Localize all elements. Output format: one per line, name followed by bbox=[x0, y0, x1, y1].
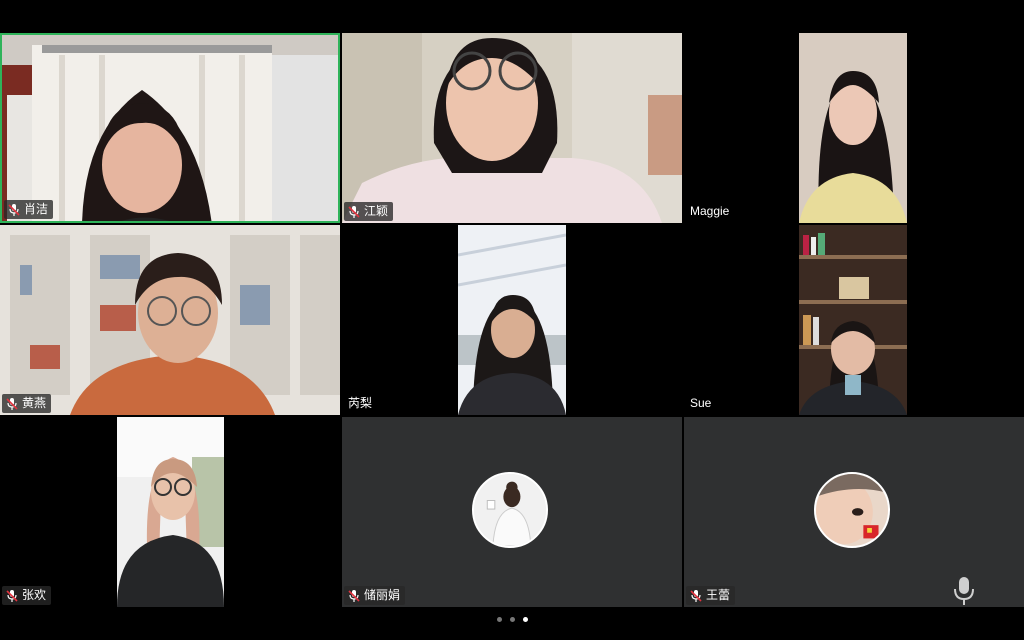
muted-mic-icon bbox=[5, 589, 19, 603]
video-tile-huangyan[interactable]: 黄燕 bbox=[0, 225, 340, 415]
participant-video bbox=[2, 35, 338, 221]
video-tile-sue[interactable]: Sue bbox=[684, 225, 1024, 415]
participant-name-tag: 江颖 bbox=[344, 202, 394, 221]
child-photo-avatar bbox=[814, 472, 890, 548]
participant-video bbox=[799, 33, 907, 223]
participant-name: 肖洁 bbox=[24, 202, 49, 216]
muted-mic-icon bbox=[5, 397, 19, 411]
participant-name-tag: 肖洁 bbox=[4, 200, 54, 219]
participant-video bbox=[458, 225, 566, 415]
participant-name: 黄燕 bbox=[22, 396, 47, 410]
page-dot-3[interactable] bbox=[522, 617, 528, 622]
page-dot-1[interactable] bbox=[496, 617, 502, 622]
page-dot-2[interactable] bbox=[509, 617, 515, 622]
participant-name-tag: 黄燕 bbox=[2, 394, 52, 413]
muted-mic-icon bbox=[347, 589, 361, 603]
video-tile-zhanghuan[interactable]: 张欢 bbox=[0, 417, 340, 607]
pagination-dots bbox=[0, 617, 1024, 627]
participant-name: 江颖 bbox=[364, 204, 389, 218]
participant-name: Maggie bbox=[690, 204, 730, 218]
participant-name-tag: 张欢 bbox=[2, 586, 52, 605]
participant-name: Sue bbox=[690, 396, 712, 410]
participant-name: 储丽娟 bbox=[364, 588, 401, 602]
video-tile-ruili[interactable]: 芮梨 bbox=[342, 225, 682, 415]
muted-mic-icon bbox=[689, 589, 703, 603]
participant-name: 王蕾 bbox=[706, 588, 731, 602]
microphone-icon[interactable] bbox=[950, 575, 978, 607]
participant-name-tag: 王蕾 bbox=[686, 586, 736, 605]
participant-name: 芮梨 bbox=[348, 396, 373, 410]
video-tile-jiangying[interactable]: 江颖 bbox=[342, 33, 682, 223]
video-tile-maggie[interactable]: Maggie bbox=[684, 33, 1024, 223]
participant-video bbox=[342, 33, 682, 223]
muted-mic-icon bbox=[347, 205, 361, 219]
woman-illustration-avatar bbox=[472, 472, 548, 548]
participant-name: 张欢 bbox=[22, 588, 47, 602]
participant-video bbox=[799, 225, 907, 415]
participant-name-tag: 储丽娟 bbox=[344, 586, 406, 605]
participant-video bbox=[0, 225, 340, 415]
participant-video bbox=[117, 417, 224, 607]
muted-mic-icon bbox=[7, 203, 21, 217]
video-tile-chulijuan[interactable]: 储丽娟 bbox=[342, 417, 682, 607]
video-tile-xiaojie[interactable]: 肖洁 bbox=[0, 33, 340, 223]
